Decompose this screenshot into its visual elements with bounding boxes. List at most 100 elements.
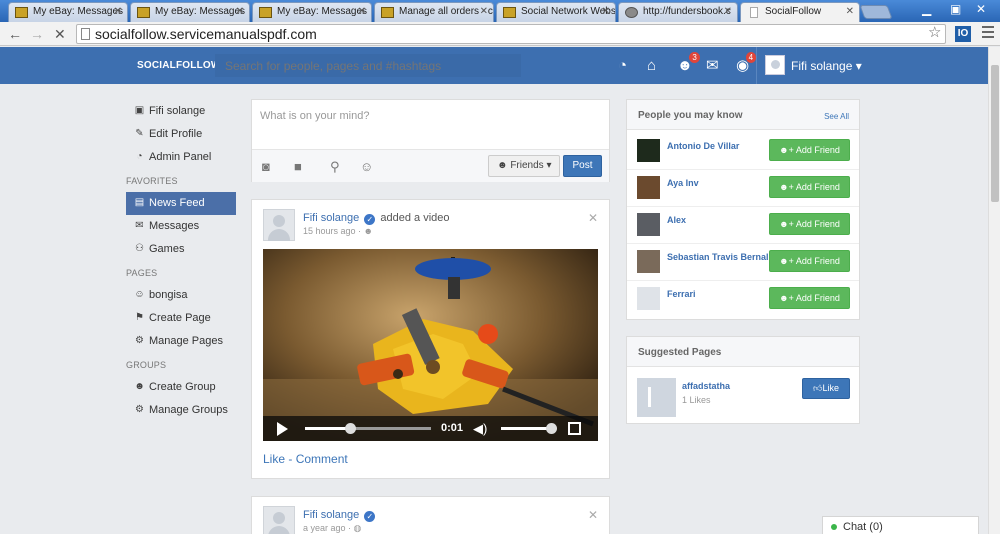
volume-handle[interactable] (546, 423, 557, 434)
tab-close-icon[interactable]: ✕ (114, 6, 122, 17)
sidebar-item-label: Create Group (149, 381, 216, 393)
browser-tab[interactable]: Manage all orders - c ✕ (374, 2, 494, 22)
post-author-name[interactable]: Fifi solange (303, 212, 359, 224)
volume-icon[interactable]: ◀) (473, 421, 487, 437)
browser-tab[interactable]: My eBay: Messages ✕ (8, 2, 128, 22)
bookmark-star-icon[interactable]: ☆ (928, 23, 941, 41)
add-friend-button[interactable]: ☻+ Add Friend (769, 213, 850, 235)
dashboard-icon[interactable]: ◔ (618, 58, 627, 73)
maximize-icon[interactable]: ▣ (950, 2, 961, 16)
person-avatar[interactable] (637, 213, 660, 236)
tab-close-icon[interactable]: ✕ (358, 6, 366, 17)
seek-handle[interactable] (345, 423, 356, 434)
sidebar-item-create-page[interactable]: ⚑ Create Page (126, 307, 236, 330)
notifications-icon[interactable]: ◉ 4 (736, 52, 757, 73)
person-row: Aya Inv ☻+ Add Friend (627, 170, 859, 207)
messages-icon[interactable]: ✉ (706, 58, 719, 73)
globe-favicon-icon (625, 7, 638, 18)
scrollbar-thumb[interactable] (991, 65, 999, 202)
sidebar-item-label: Manage Groups (149, 404, 228, 416)
chrome-menu-icon[interactable] (982, 26, 994, 41)
video-camera-icon[interactable]: ■ (294, 159, 302, 174)
page-flag-avatar[interactable] (637, 378, 676, 417)
post-author-avatar[interactable] (263, 506, 295, 534)
browser-tab[interactable]: My eBay: Messages ✕ (252, 2, 372, 22)
window-close-icon[interactable]: ✕ (976, 2, 986, 16)
tab-close-icon[interactable]: ✕ (236, 6, 244, 17)
sidebar-item-messages[interactable]: ✉ Messages (126, 215, 236, 238)
post-author-avatar[interactable] (263, 209, 295, 241)
new-tab-button[interactable] (859, 5, 893, 19)
post-close-icon[interactable]: ✕ (588, 508, 598, 522)
sidebar-item-admin-panel[interactable]: ◔ Admin Panel (126, 146, 236, 169)
add-friend-button[interactable]: ☻+ Add Friend (769, 287, 850, 309)
see-all-link[interactable]: See All (824, 112, 849, 121)
smiley-icon[interactable]: ☺ (360, 159, 373, 174)
sidebar-item-edit-profile[interactable]: ✎ Edit Profile (126, 123, 236, 146)
post-button[interactable]: Post (563, 155, 602, 177)
post-timestamp[interactable]: a year ago · ◍ (303, 523, 361, 534)
sidebar-item-news-feed[interactable]: ▤ News Feed (126, 192, 236, 215)
person-avatar[interactable] (637, 139, 660, 162)
video-seek-bar[interactable] (305, 427, 431, 430)
home-icon[interactable]: ⌂ (647, 58, 656, 73)
composer-input[interactable]: What is on your mind? (260, 110, 369, 122)
tab-title: My eBay: Messages (33, 6, 124, 17)
sidebar-item-manage-groups[interactable]: ⚙ Manage Groups (126, 399, 236, 422)
person-name[interactable]: Aya Inv (667, 178, 699, 188)
add-friend-label: Add Friend (795, 145, 840, 155)
sidebar-item-label: Create Page (149, 312, 211, 324)
comment-link[interactable]: Comment (296, 452, 348, 466)
browser-tab[interactable]: Social Network Webs ✕ (496, 2, 616, 22)
minimize-icon[interactable]: ▁ (922, 2, 931, 16)
page-scrollbar[interactable] (988, 47, 1000, 534)
person-name[interactable]: Alex (667, 215, 686, 225)
sidebar-item-page-bongisa[interactable]: ☺ bongisa (126, 284, 236, 307)
friend-requests-icon[interactable]: ☻ 3 (677, 52, 700, 73)
like-page-button[interactable]: 👍︎Like (802, 378, 850, 399)
extension-icon[interactable]: IO (955, 26, 971, 42)
address-bar[interactable]: socialfollow.servicemanualspdf.com (76, 24, 946, 44)
sidebar-item-manage-pages[interactable]: ⚙ Manage Pages (126, 330, 236, 353)
search-input[interactable] (215, 54, 521, 77)
user-avatar[interactable] (765, 55, 785, 75)
person-avatar[interactable] (637, 176, 660, 199)
stop-icon[interactable]: ✕ (54, 26, 66, 43)
user-menu[interactable]: Fifi solange ▾ (791, 59, 862, 73)
sidebar-item-create-group[interactable]: ☻ Create Group (126, 376, 236, 399)
tab-close-icon[interactable]: ✕ (846, 6, 854, 17)
add-friend-button[interactable]: ☻+ Add Friend (769, 250, 850, 272)
browser-tab[interactable]: My eBay: Messages ✕ (130, 2, 250, 22)
back-icon[interactable]: ← (8, 26, 22, 42)
left-sidebar: ▣ Fifi solange ✎ Edit Profile ◔ Admin Panel… (126, 100, 236, 422)
person-avatar[interactable] (637, 250, 660, 273)
tab-close-icon[interactable]: ✕ (602, 6, 610, 17)
add-friend-button[interactable]: ☻+ Add Friend (769, 176, 850, 198)
browser-tab-active[interactable]: SocialFollow ✕ (740, 2, 860, 22)
video-player[interactable]: 0:01 ◀) (263, 249, 598, 441)
chat-bar[interactable]: Chat (0) (822, 516, 979, 534)
like-link[interactable]: Like (263, 452, 285, 466)
fullscreen-icon[interactable] (568, 422, 581, 435)
post-timestamp[interactable]: 15 hours ago · ☻ (303, 226, 373, 236)
forward-icon[interactable]: → (30, 26, 44, 42)
post-author-name[interactable]: Fifi solange (303, 509, 359, 521)
add-friend-button[interactable]: ☻+ Add Friend (769, 139, 850, 161)
sidebar-item-profile[interactable]: ▣ Fifi solange (126, 100, 236, 123)
brand-logo[interactable]: SOCIALFOLLOW (137, 60, 221, 71)
person-name[interactable]: Antonio De Villar (667, 141, 739, 151)
tab-close-icon[interactable]: ✕ (724, 6, 732, 17)
play-icon[interactable] (277, 422, 288, 436)
sidebar-item-games[interactable]: ⚇ Games (126, 238, 236, 261)
camera-icon[interactable]: ◙ (262, 159, 270, 174)
post-close-icon[interactable]: ✕ (588, 211, 598, 225)
tab-close-icon[interactable]: ✕ (480, 6, 488, 17)
post-action-text: added a video (380, 212, 450, 224)
person-name[interactable]: Sebastian Travis Bernal (667, 252, 769, 262)
person-avatar[interactable] (637, 287, 660, 310)
browser-tab[interactable]: http://fundersbook.c ✕ (618, 2, 738, 22)
map-marker-icon[interactable]: ⚲ (330, 159, 340, 175)
privacy-dropdown[interactable]: ☻ Friends ▾ (488, 155, 560, 177)
page-name[interactable]: affadstatha (682, 381, 730, 391)
person-name[interactable]: Ferrari (667, 289, 696, 299)
